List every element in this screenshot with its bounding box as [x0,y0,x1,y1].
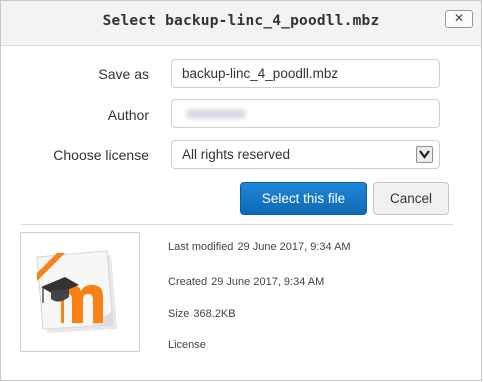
license-row: License [168,339,206,351]
author-value-redacted [186,109,246,119]
size-row: Size 368.2KB [168,308,236,320]
file-license-label: License [168,339,206,351]
dialog-titlebar: Select backup-linc_4_poodll.mbz ✕ [1,1,481,46]
license-label: Choose license [53,147,149,163]
last-modified-value: 29 June 2017, 9:34 AM [237,241,351,253]
divider [21,224,453,225]
close-icon: ✕ [453,11,465,25]
last-modified-label: Last modified [168,241,234,253]
last-modified-row: Last modified 29 June 2017, 9:34 AM [168,241,351,253]
license-select[interactable]: All rights reserved [171,140,440,169]
select-file-button[interactable]: Select this file [240,182,367,215]
save-as-label: Save as [98,66,149,82]
cancel-button[interactable]: Cancel [373,182,449,215]
size-value: 368.2KB [193,308,236,320]
created-row: Created 29 June 2017, 9:34 AM [168,276,324,288]
created-label: Created [168,276,208,288]
dialog-title: Select backup-linc_4_poodll.mbz [102,13,380,29]
close-button[interactable]: ✕ [445,10,473,28]
license-selected-value: All rights reserved [182,147,291,162]
size-label: Size [168,308,190,320]
author-label: Author [107,107,149,123]
chevron-down-icon[interactable] [416,146,433,163]
file-thumbnail-frame [20,232,140,352]
save-as-input[interactable] [171,59,440,88]
created-value: 29 June 2017, 9:34 AM [211,276,325,288]
file-picker-dialog: Select backup-linc_4_poodll.mbz ✕ Save a… [0,0,482,381]
moodle-backup-file-icon [36,250,117,333]
